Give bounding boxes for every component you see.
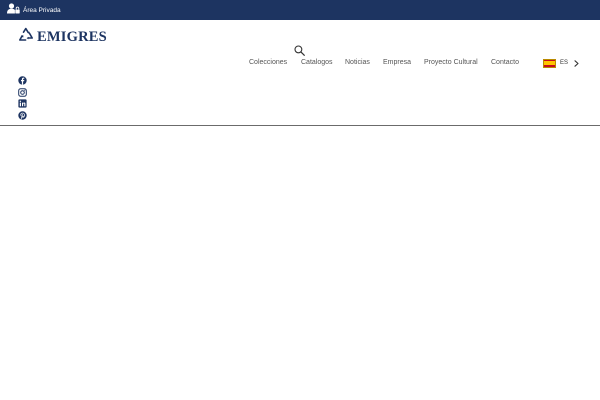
nav-item-noticias[interactable]: Noticias xyxy=(345,57,370,69)
search-button[interactable] xyxy=(294,43,305,56)
language-code: ES xyxy=(560,60,569,66)
private-area-link[interactable]: Área Privada xyxy=(7,3,61,17)
top-bar: Área Privada xyxy=(0,0,600,20)
nav-item-catalogos[interactable]: Catalogos xyxy=(301,57,333,69)
header-divider xyxy=(0,125,600,126)
site-logo[interactable]: EMIGRES xyxy=(18,27,107,47)
nav-item-contacto[interactable]: Contacto xyxy=(491,57,519,69)
logo-wordmark: EMIGRES xyxy=(37,28,107,45)
nav-item-empresa[interactable]: Empresa xyxy=(383,57,411,69)
pinterest-link[interactable] xyxy=(18,107,27,120)
recycle-logo-icon xyxy=(18,27,34,47)
nav-item-colecciones[interactable]: Colecciones xyxy=(249,57,287,69)
instagram-link[interactable] xyxy=(18,84,27,97)
linkedin-link[interactable] xyxy=(18,95,27,108)
facebook-link[interactable] xyxy=(18,72,27,85)
chevron-right-icon xyxy=(574,54,579,72)
spain-flag-icon xyxy=(543,58,556,68)
pinterest-icon xyxy=(18,107,27,124)
private-area-label: Área Privada xyxy=(23,6,61,14)
nav-item-proyecto-cultural[interactable]: Proyecto Cultural xyxy=(424,57,478,69)
language-selector[interactable]: ES xyxy=(543,57,579,69)
user-lock-icon xyxy=(7,1,20,19)
